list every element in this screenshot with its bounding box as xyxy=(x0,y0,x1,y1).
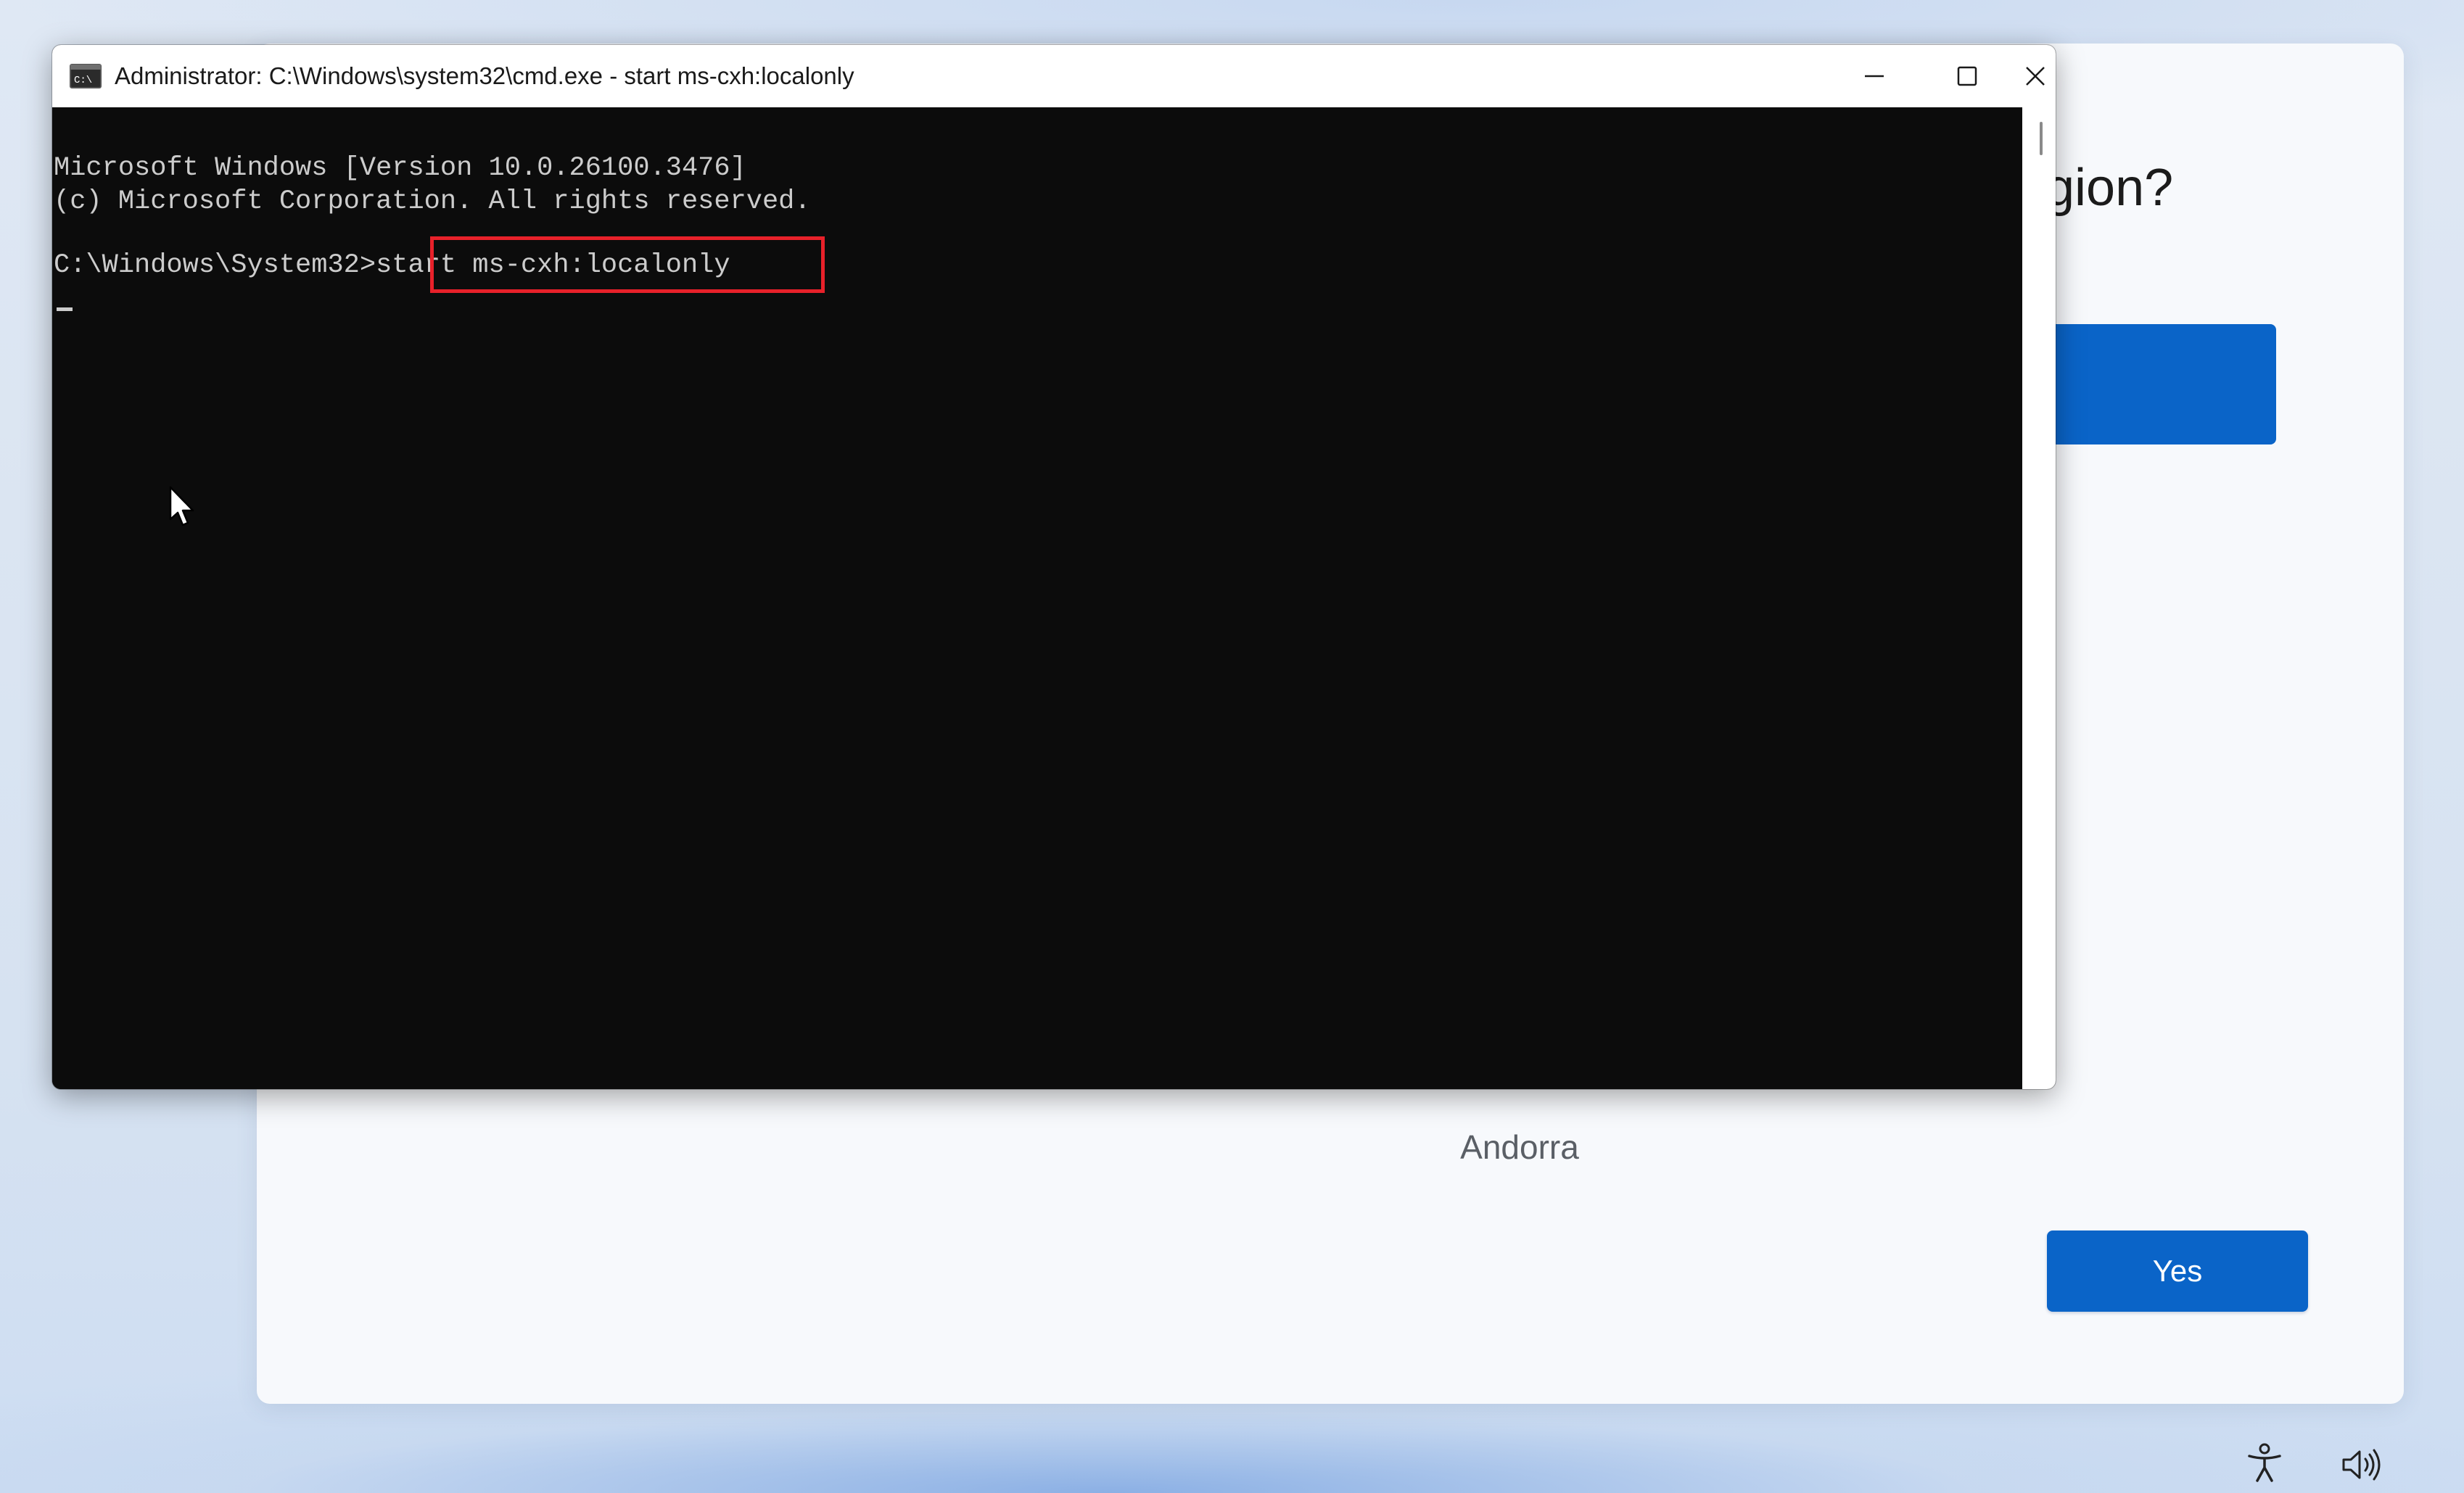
maximize-button[interactable] xyxy=(1921,45,2014,107)
title-bar[interactable]: C:\ Administrator: C:\Windows\system32\c… xyxy=(52,45,2056,107)
mouse-pointer-icon xyxy=(168,486,197,529)
oobe-selected-region-item[interactable] xyxy=(2038,324,2276,444)
command-prompt-window[interactable]: C:\ Administrator: C:\Windows\system32\c… xyxy=(52,45,2056,1089)
accessibility-icon-glyph xyxy=(2248,1443,2281,1482)
prompt-text: C:\Windows\System32> xyxy=(54,250,376,281)
cmd-icon-glyph: C:\ xyxy=(70,64,102,88)
scrollbar[interactable] xyxy=(2022,107,2056,1089)
oobe-question-heading: gion? xyxy=(2045,159,2174,217)
minimize-button[interactable] xyxy=(1828,45,1921,107)
volume-icon-glyph xyxy=(2342,1449,2381,1481)
window-title: Administrator: C:\Windows\system32\cmd.e… xyxy=(115,62,854,89)
close-button[interactable] xyxy=(2015,45,2056,107)
scrollbar-thumb[interactable] xyxy=(2040,122,2043,155)
cmd-icon: C:\ xyxy=(70,64,102,88)
accessibility-icon[interactable] xyxy=(2243,1442,2286,1485)
region-list-item[interactable]: Andorra xyxy=(1414,1128,1625,1160)
volume-icon[interactable] xyxy=(2340,1443,2383,1486)
text-cursor xyxy=(57,307,73,311)
command-highlight-box xyxy=(430,236,825,293)
yes-button[interactable]: Yes xyxy=(2047,1231,2308,1312)
maximize-icon xyxy=(1957,66,1977,86)
arrow-cursor-icon xyxy=(169,486,194,526)
close-icon xyxy=(2026,67,2045,86)
terminal-output[interactable]: Microsoft Windows [Version 10.0.26100.34… xyxy=(52,107,2022,1089)
version-line: Microsoft Windows [Version 10.0.26100.34… xyxy=(54,153,746,183)
svg-text:C:\: C:\ xyxy=(74,75,92,86)
copyright-line: (c) Microsoft Corporation. All rights re… xyxy=(54,186,811,217)
minimize-icon xyxy=(1865,75,1884,78)
